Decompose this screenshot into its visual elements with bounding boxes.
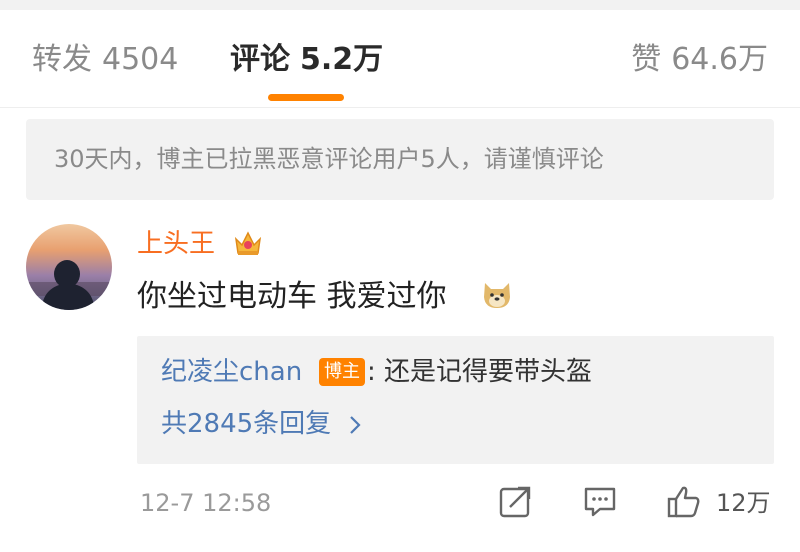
- avatar[interactable]: [26, 224, 112, 310]
- tab-repost-count: 4504: [102, 42, 179, 77]
- tab-comment-label: 评论: [230, 42, 290, 77]
- comment-username[interactable]: 上头王: [137, 226, 215, 262]
- crown-icon: [234, 231, 262, 255]
- tab-bar: 转发 4504 评论 5.2万 赞 64.6万: [0, 10, 800, 108]
- tab-like-label: 赞: [631, 42, 662, 77]
- like-count: 12万: [716, 489, 771, 517]
- notice-banner: 30天内，博主已拉黑恶意评论用户5人，请谨慎评论: [26, 119, 774, 200]
- tab-comment-count: 5.2万: [300, 42, 384, 77]
- comment-text: 你坐过电动车 我爱过你: [137, 279, 447, 314]
- view-replies-label: 共2845条回复: [161, 409, 332, 439]
- reply-author[interactable]: 纪凌尘chan: [161, 354, 302, 390]
- tab-repost[interactable]: 转发 4504: [32, 40, 178, 80]
- tab-repost-label: 转发: [32, 42, 92, 77]
- reply-preview[interactable]: 纪凌尘chan 博主 : 还是记得要带头盔 共2845条回复: [137, 336, 774, 464]
- reply-text: : 还是记得要带头盔: [367, 357, 593, 387]
- view-replies-link[interactable]: 共2845条回复: [161, 406, 361, 442]
- tab-like[interactable]: 赞 64.6万: [631, 40, 768, 80]
- tab-like-count: 64.6万: [671, 42, 768, 77]
- op-badge: 博主: [319, 358, 365, 386]
- comment-timestamp: 12-7 12:58: [140, 489, 272, 517]
- thumbs-up-icon: [667, 486, 700, 518]
- doge-emoji-icon: [484, 283, 510, 308]
- active-tab-indicator: [268, 94, 344, 101]
- top-strip: [0, 0, 800, 10]
- tab-comment[interactable]: 评论 5.2万: [230, 40, 383, 80]
- like-button[interactable]: 12万: [666, 484, 776, 520]
- comment-icon[interactable]: [582, 484, 618, 520]
- chevron-right-icon: [350, 415, 361, 434]
- share-icon[interactable]: [498, 484, 534, 520]
